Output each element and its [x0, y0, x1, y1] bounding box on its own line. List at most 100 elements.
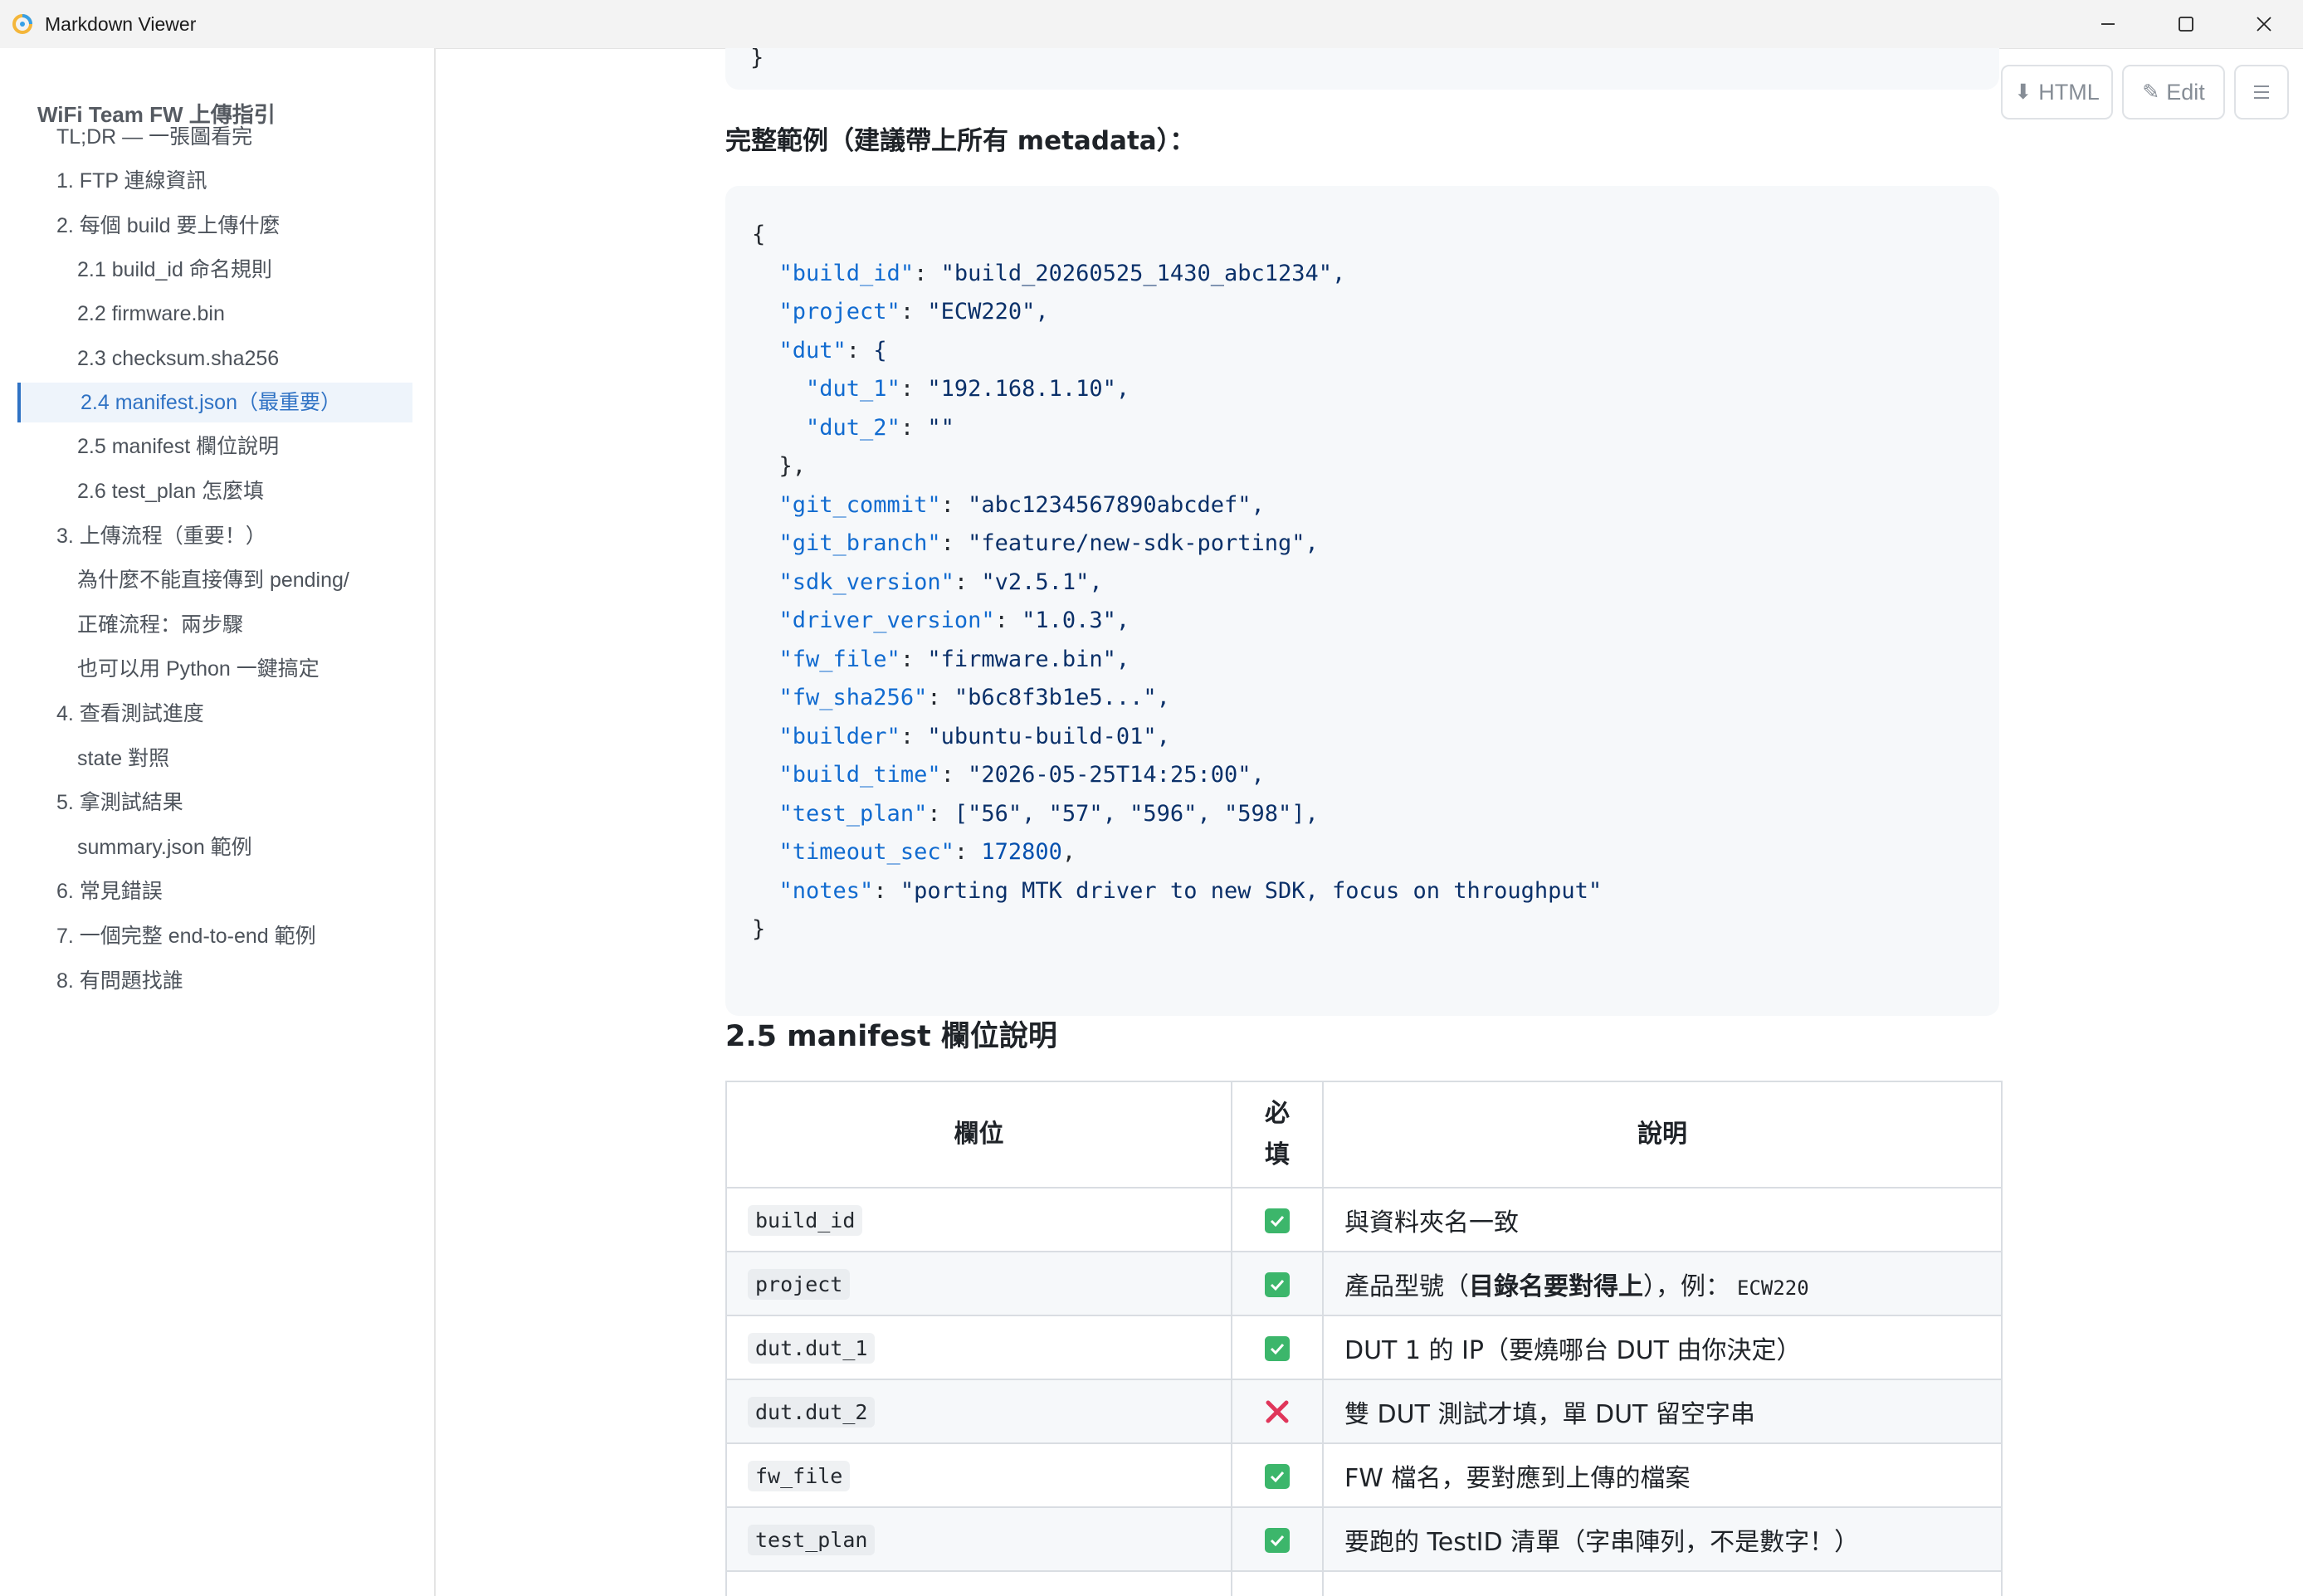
manifest-fields-table: 欄位 必 填 說明 build_id 與資料夾名一致 project 產品型號（目錄名… [725, 1081, 2003, 1596]
toc-item[interactable]: 8. 有問題找誰 [56, 961, 183, 1001]
code-value: "build_20260525_1430_abc1234", [940, 260, 1346, 286]
toc-item[interactable]: 2.4 manifest.json（最重要） [17, 382, 412, 422]
toc-item[interactable]: 6. 常見錯誤 [56, 871, 163, 911]
toc-item[interactable]: 4. 查看測試進度 [56, 694, 204, 734]
maximize-button[interactable] [2147, 0, 2225, 48]
code-key: "build_time" [778, 762, 941, 788]
check-icon [1265, 1527, 1290, 1553]
code-key: "dut_1" [806, 376, 900, 402]
code-key: "dut_2" [806, 414, 900, 441]
toc-item[interactable]: 2.1 build_id 命名規則 [77, 250, 272, 290]
toc-item[interactable]: 7. 一個完整 end-to-end 範例 [56, 916, 316, 956]
check-icon [1265, 1463, 1290, 1489]
close-icon [2257, 17, 2271, 32]
field-name: test_plan [748, 1525, 876, 1555]
required-cell [1231, 1442, 1324, 1508]
code-key: "notes" [778, 877, 874, 904]
toc-item[interactable]: 1. FTP 連線資訊 [56, 161, 207, 201]
toc-item[interactable]: 3. 上傳流程（重要！） [56, 516, 266, 556]
table-row: dut.dut_1 DUT 1 的 IP（要燒哪台 DUT 由你決定） [725, 1315, 2003, 1380]
toc-item[interactable]: 2.2 firmware.bin [77, 294, 225, 334]
code-value: "feature/new-sdk-porting", [968, 530, 1319, 556]
description-cell: 雙 DUT 測試才填，單 DUT 留空字串 [1322, 1379, 2003, 1444]
code-value: "1.0.3", [1022, 608, 1130, 633]
code-value: "" [927, 414, 954, 441]
required-cell [1231, 1187, 1324, 1252]
field-cell [725, 1570, 1232, 1596]
required-cell [1231, 1251, 1324, 1316]
table-row: build_id 與資料夾名一致 [725, 1187, 2003, 1252]
field-cell: project [725, 1251, 1232, 1316]
description-cell: 產品型號（目錄名要對得上），例： ECW220 [1322, 1251, 2003, 1316]
code-line-raw: }, [778, 453, 807, 479]
table-header-row: 欄位 必 填 說明 [725, 1081, 2003, 1188]
code-value: "v2.5.1", [981, 569, 1103, 595]
toc-sidebar: WiFi Team FW 上傳指引 TL;DR — 一張圖看完 1. FTP 連線… [0, 48, 436, 1596]
column-header-field: 欄位 [725, 1081, 1232, 1188]
code-key: "sdk_version" [778, 569, 954, 595]
desc-text: ），例： [1643, 1271, 1730, 1301]
manifest-json-code: { "build_id": "build_20260525_1430_abc12… [752, 222, 1603, 942]
required-cell [1231, 1506, 1324, 1572]
code-value: "firmware.bin", [927, 646, 1130, 672]
check-icon [1265, 1271, 1290, 1297]
field-cell: test_plan [725, 1506, 1232, 1572]
code-value: ["56", "57", "596", "598"], [954, 800, 1319, 827]
minimize-button[interactable] [2069, 0, 2147, 48]
app-logo-icon [12, 14, 32, 34]
code-value: "porting MTK driver to new SDK, focus on… [900, 877, 1603, 904]
code-key: "driver_version" [778, 608, 995, 633]
field-cell: dut.dut_1 [725, 1315, 1232, 1380]
toc-item[interactable]: summary.json 範例 [77, 827, 252, 867]
required-header-line1: 必 [1265, 1099, 1290, 1128]
field-name: build_id [748, 1205, 863, 1236]
code-close-brace: } [752, 916, 766, 942]
code-value: 172800 [981, 839, 1062, 865]
maximize-icon [2179, 17, 2193, 32]
desc-code: ECW220 [1737, 1276, 1809, 1300]
description-cell: 與資料夾名一致 [1322, 1187, 2003, 1252]
field-cell: fw_file [725, 1442, 1232, 1508]
field-name: dut.dut_2 [748, 1397, 876, 1428]
toc-item[interactable]: TL;DR — 一張圖看完 [56, 117, 252, 157]
table-row: fw_file FW 檔名，要對應到上傳的檔案 [725, 1442, 2003, 1508]
toc-item[interactable]: 為什麼不能直接傳到 pending/ [77, 560, 349, 600]
toc-item[interactable]: state 對照 [77, 739, 169, 778]
field-name: project [748, 1269, 851, 1300]
code-key: "git_branch" [778, 530, 941, 556]
table-row [725, 1570, 2003, 1596]
field-cell: build_id [725, 1187, 1232, 1252]
check-icon [1265, 1335, 1290, 1361]
code-key: "timeout_sec" [778, 839, 954, 865]
toc-item[interactable]: 2.6 test_plan 怎麼填 [77, 471, 264, 511]
field-name: dut.dut_1 [748, 1333, 876, 1364]
toc-item[interactable]: 也可以用 Python 一鍵搞定 [77, 649, 320, 689]
toc-item[interactable]: 2. 每個 build 要上傳什麼 [56, 206, 281, 246]
code-value: "192.168.1.10", [927, 376, 1130, 402]
toc-item[interactable]: 正確流程：兩步驟 [77, 605, 243, 645]
code-tail: } [750, 48, 764, 71]
window-title: Markdown Viewer [45, 12, 197, 35]
code-key: "git_commit" [778, 491, 941, 518]
code-open-brace: { [752, 222, 766, 247]
required-header-line2: 填 [1265, 1140, 1290, 1169]
code-key: "builder" [778, 723, 900, 749]
code-value: "abc1234567890abcdef", [968, 491, 1265, 518]
table-row: test_plan 要跑的 TestID 清單（字串陣列，不是數字！） [725, 1506, 2003, 1572]
description-cell: 要跑的 TestID 清單（字串陣列，不是數字！） [1322, 1506, 2003, 1572]
toc-item[interactable]: 2.3 checksum.sha256 [77, 339, 279, 378]
code-key: "fw_sha256" [778, 685, 928, 710]
minimize-icon [2101, 23, 2115, 25]
code-value: { [873, 337, 887, 364]
title-bar: Markdown Viewer [0, 0, 2303, 49]
code-key: "fw_file" [778, 646, 900, 672]
code-value: "2026-05-25T14:25:00", [968, 762, 1265, 788]
table-row: dut.dut_2 雙 DUT 測試才填，單 DUT 留空字串 [725, 1379, 2003, 1444]
code-value: "b6c8f3b1e5...", [954, 685, 1170, 710]
code-key: "project" [778, 299, 900, 325]
toc-item[interactable]: 5. 拿測試結果 [56, 783, 183, 822]
close-button[interactable] [2225, 0, 2303, 48]
required-cell [1231, 1570, 1324, 1596]
code-value: "ECW220", [927, 299, 1049, 325]
toc-item[interactable]: 2.5 manifest 欄位說明 [77, 427, 279, 466]
